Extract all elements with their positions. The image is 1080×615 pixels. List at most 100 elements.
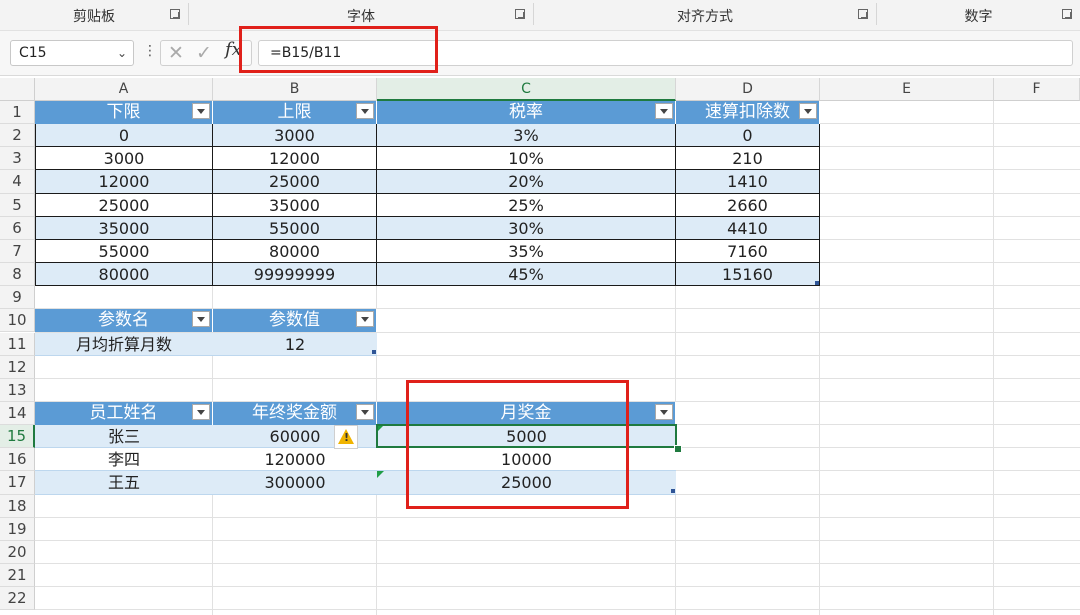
table-resize-handle[interactable]: [671, 489, 675, 493]
close-icon[interactable]: ✕: [168, 42, 184, 64]
formula-input[interactable]: =B15/B11: [258, 40, 1073, 66]
row-header-10[interactable]: 10: [0, 309, 35, 333]
row-header-20[interactable]: 20: [0, 540, 35, 564]
filter-dropdown-icon[interactable]: [655, 403, 673, 420]
row-header-6[interactable]: 6: [0, 216, 35, 240]
table-cell[interactable]: 20%: [377, 170, 676, 194]
fill-handle[interactable]: [674, 445, 682, 453]
dialog-launcher-icon[interactable]: [170, 9, 180, 19]
table-header-cell[interactable]: 参数名: [35, 309, 213, 333]
table-cell[interactable]: 99999999: [213, 263, 377, 287]
table-cell[interactable]: 80000: [213, 239, 377, 264]
column-header-a[interactable]: A: [35, 78, 213, 101]
row-header-17[interactable]: 17: [0, 471, 35, 495]
column-header-d[interactable]: D: [676, 78, 820, 101]
filter-dropdown-icon[interactable]: [192, 403, 210, 420]
table-cell[interactable]: 12: [213, 332, 377, 356]
table-cell[interactable]: 25000: [377, 471, 676, 495]
column-header-e[interactable]: E: [820, 78, 994, 101]
table-header-cell[interactable]: 下限: [35, 101, 213, 125]
table-cell[interactable]: 王五: [35, 471, 213, 495]
row-header-14[interactable]: 14: [0, 401, 35, 426]
table-cell[interactable]: 张三: [35, 425, 213, 449]
table-cell[interactable]: 12000: [213, 147, 377, 171]
table-cell[interactable]: 3%: [377, 124, 676, 148]
table-cell[interactable]: 55000: [35, 239, 213, 264]
table-cell[interactable]: 45%: [377, 263, 676, 287]
table-cell[interactable]: 2660: [676, 193, 820, 217]
table-cell[interactable]: 0: [35, 124, 213, 148]
table-cell[interactable]: 300000: [213, 471, 377, 495]
row-header-13[interactable]: 13: [0, 378, 35, 402]
table-cell[interactable]: 10000: [377, 448, 676, 472]
table-cell[interactable]: 4410: [676, 216, 820, 240]
row-header-21[interactable]: 21: [0, 564, 35, 588]
row-header-7[interactable]: 7: [0, 239, 35, 264]
table-cell[interactable]: 80000: [35, 263, 213, 287]
table-header-cell[interactable]: 月奖金: [377, 401, 676, 426]
filter-dropdown-icon[interactable]: [192, 311, 210, 328]
row-header-18[interactable]: 18: [0, 494, 35, 518]
table-cell[interactable]: 0: [676, 124, 820, 148]
column-header-f[interactable]: F: [994, 78, 1080, 101]
table-cell[interactable]: 35000: [213, 193, 377, 217]
dialog-launcher-icon[interactable]: [1062, 9, 1072, 19]
filter-dropdown-icon[interactable]: [192, 103, 210, 119]
row-header-4[interactable]: 4: [0, 170, 35, 194]
table-cell[interactable]: 李四: [35, 448, 213, 472]
table-cell[interactable]: 35%: [377, 239, 676, 264]
select-all-corner[interactable]: [0, 78, 35, 101]
row-header-3[interactable]: 3: [0, 147, 35, 171]
row-header-22[interactable]: 22: [0, 587, 35, 611]
table-header-cell[interactable]: 上限: [213, 101, 377, 125]
filter-dropdown-icon[interactable]: [799, 103, 817, 119]
warning-icon[interactable]: [334, 425, 358, 449]
fx-icon[interactable]: fx: [225, 39, 242, 60]
row-header-8[interactable]: 8: [0, 263, 35, 287]
table-resize-handle[interactable]: [372, 350, 376, 354]
table-header-cell[interactable]: 员工姓名: [35, 401, 213, 426]
filter-dropdown-icon[interactable]: [356, 103, 374, 119]
dialog-launcher-icon[interactable]: [515, 9, 525, 19]
table-cell[interactable]: 120000: [213, 448, 377, 472]
row-header-12[interactable]: 12: [0, 355, 35, 379]
filter-dropdown-icon[interactable]: [356, 311, 374, 328]
column-header-b[interactable]: B: [213, 78, 377, 101]
table-header-cell[interactable]: 速算扣除数: [676, 101, 820, 125]
table-cell[interactable]: 10%: [377, 147, 676, 171]
row-header-19[interactable]: 19: [0, 517, 35, 541]
table-cell[interactable]: 210: [676, 147, 820, 171]
column-header-c[interactable]: C: [377, 78, 676, 101]
row-header-11[interactable]: 11: [0, 332, 35, 356]
row-header-16[interactable]: 16: [0, 448, 35, 472]
table-header-cell[interactable]: 年终奖金额: [213, 401, 377, 426]
row-header-1[interactable]: 1: [0, 101, 35, 125]
dialog-launcher-icon[interactable]: [858, 9, 868, 19]
table-header-cell[interactable]: 税率: [377, 101, 676, 125]
row-header-5[interactable]: 5: [0, 193, 35, 217]
table-cell[interactable]: 3000: [35, 147, 213, 171]
table-cell[interactable]: 25000: [213, 170, 377, 194]
table-cell[interactable]: 7160: [676, 239, 820, 264]
name-box[interactable]: C15 ⌄: [10, 40, 134, 66]
check-icon[interactable]: ✓: [196, 42, 212, 64]
chevron-down-icon[interactable]: ⌄: [117, 46, 127, 60]
table-header-cell[interactable]: 参数值: [213, 309, 377, 333]
table-cell[interactable]: 3000: [213, 124, 377, 148]
kebab-icon[interactable]: ⋮: [143, 43, 157, 59]
row-header-9[interactable]: 9: [0, 286, 35, 310]
filter-dropdown-icon[interactable]: [356, 403, 374, 420]
table-cell[interactable]: 25%: [377, 193, 676, 217]
row-header-2[interactable]: 2: [0, 124, 35, 148]
table-cell[interactable]: 55000: [213, 216, 377, 240]
table-cell[interactable]: 35000: [35, 216, 213, 240]
row-header-15[interactable]: 15: [0, 425, 35, 449]
filter-dropdown-icon[interactable]: [655, 103, 673, 119]
table-cell[interactable]: 30%: [377, 216, 676, 240]
table-cell[interactable]: 25000: [35, 193, 213, 217]
table-resize-handle[interactable]: [815, 281, 819, 285]
table-cell[interactable]: 15160: [676, 263, 820, 287]
table-cell[interactable]: 月均折算月数: [35, 332, 213, 356]
table-cell[interactable]: 1410: [676, 170, 820, 194]
table-cell[interactable]: 12000: [35, 170, 213, 194]
